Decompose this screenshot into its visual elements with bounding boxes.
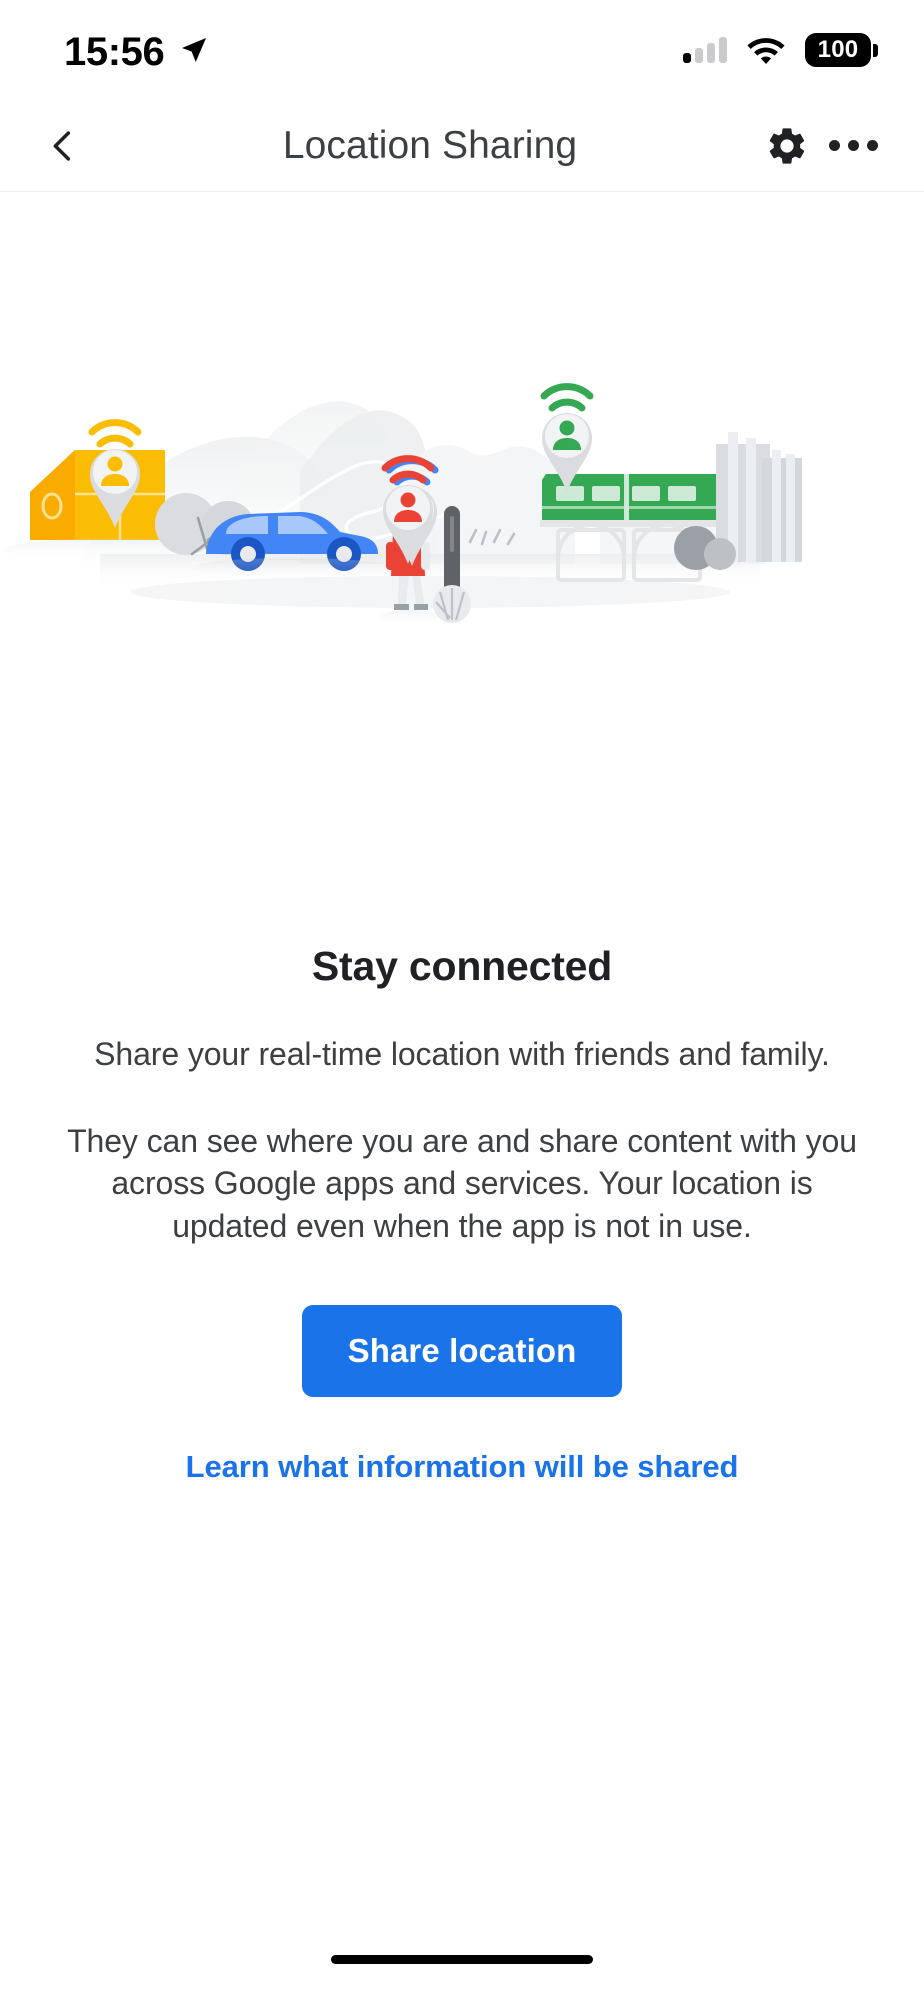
headline: Stay connected	[311, 943, 613, 989]
chevron-left-icon	[53, 130, 71, 161]
learn-what-information-link[interactable]: Learn what information will be shared	[186, 1449, 739, 1485]
app-bar: Location Sharing	[0, 100, 924, 192]
settings-button[interactable]	[754, 113, 820, 179]
paragraph-secondary: They can see where you are and share con…	[67, 1122, 857, 1244]
signal-waves-green	[540, 383, 594, 412]
status-bar-right: 100	[683, 33, 878, 67]
illustration-svg	[5, 383, 802, 626]
overflow-menu-button[interactable]	[820, 113, 886, 179]
more-horizontal-icon	[828, 140, 878, 151]
battery-full-icon: 100	[805, 33, 878, 67]
status-bar-left: 15:56	[64, 28, 210, 72]
intro-text-block: Stay connected Share your real-time loca…	[0, 942, 924, 1485]
screen-root: 15:56 100 Location Sharing Stay connecte…	[0, 0, 924, 1999]
home-indicator-area	[0, 1919, 924, 1999]
status-bar-clock: 15:56	[64, 30, 165, 74]
location-sharing-illustration	[0, 292, 924, 912]
paragraph-primary: Share your real-time location with frien…	[94, 1036, 830, 1073]
main-content: Stay connected Share your real-time loca…	[0, 192, 924, 1919]
wifi-icon	[747, 38, 785, 64]
share-location-button[interactable]: Share location	[301, 1305, 623, 1398]
cta-container: Share location	[42, 1305, 882, 1398]
navigation-arrow-icon	[182, 38, 207, 62]
page-title: Location Sharing	[282, 123, 578, 167]
cellular-signal-icon	[683, 37, 727, 63]
gear-icon	[769, 127, 805, 164]
learn-link-container: Learn what information will be shared	[42, 1449, 882, 1485]
signal-waves-yellow	[88, 419, 142, 448]
battery-level-label: 100	[817, 36, 859, 63]
home-indicator[interactable]	[331, 1954, 593, 1964]
status-bar: 15:56 100	[0, 0, 924, 100]
back-button[interactable]	[30, 113, 96, 179]
